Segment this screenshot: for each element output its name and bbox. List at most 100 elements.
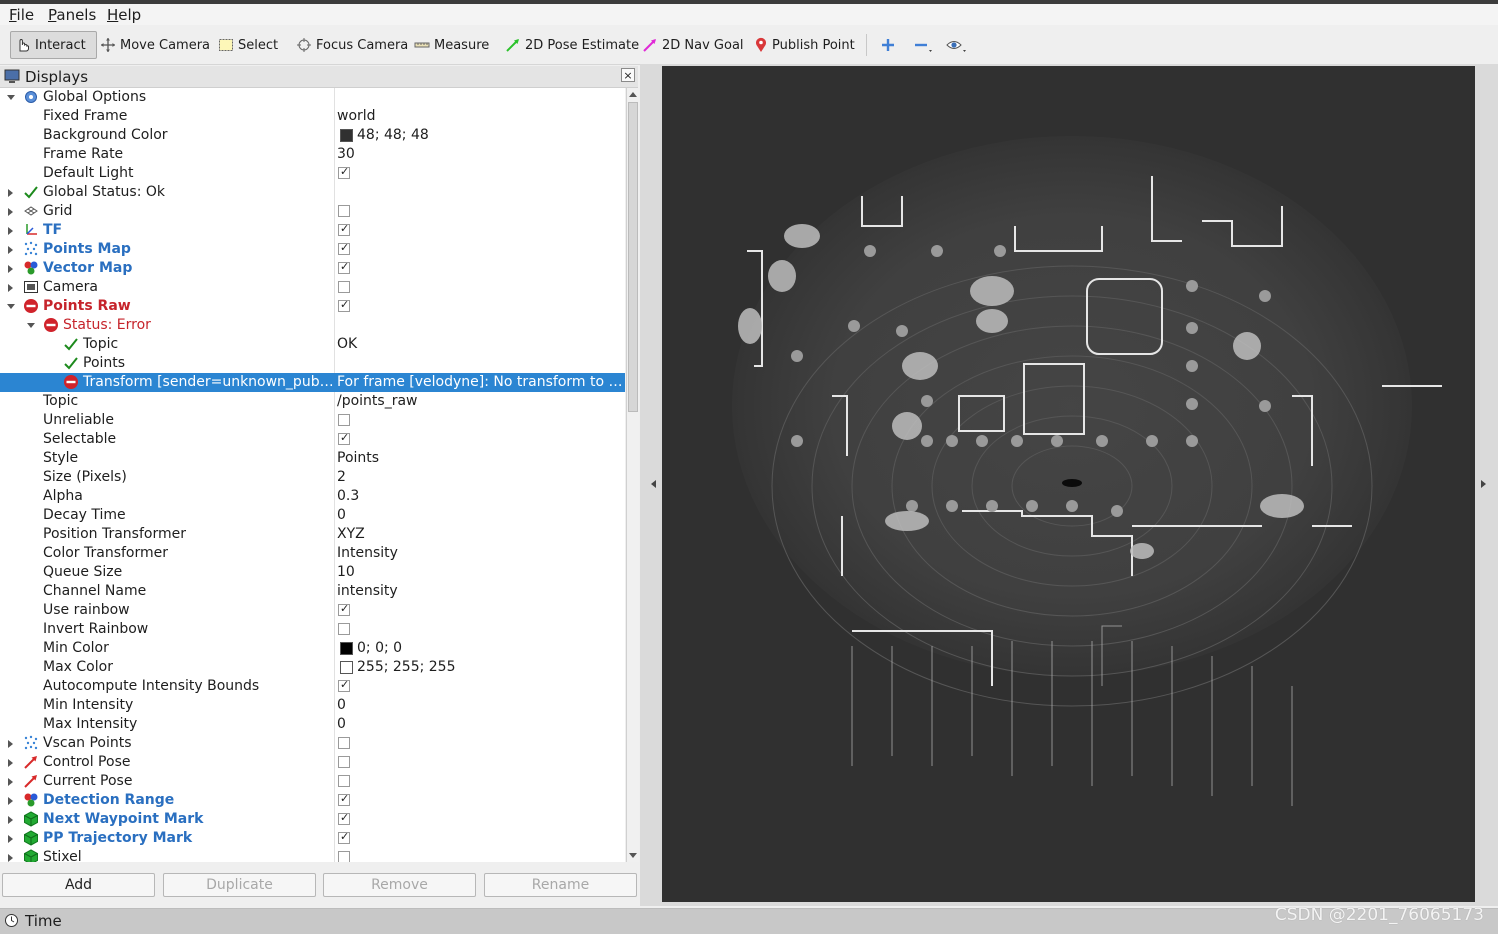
enable-checkbox[interactable] [338, 281, 350, 293]
view-options-button[interactable] [945, 31, 969, 59]
expand-arrow-closed-icon[interactable] [8, 265, 13, 273]
display-tree-row[interactable]: Position Transformer XYZ [0, 525, 625, 544]
expand-arrow-closed-icon[interactable] [8, 816, 13, 824]
expand-arrow-closed-icon[interactable] [8, 759, 13, 767]
menu-file[interactable]: File [9, 6, 34, 24]
property-value[interactable]: XYZ [337, 525, 365, 544]
scroll-down-icon[interactable] [629, 853, 637, 858]
display-tree-row[interactable]: Next Waypoint Mark [0, 810, 625, 829]
display-tree-row[interactable]: Topic/points_raw [0, 392, 625, 411]
property-value[interactable]: 10 [337, 563, 355, 582]
expand-arrow-closed-icon[interactable] [8, 227, 13, 235]
display-tree-row[interactable]: Min Color 0; 0; 0 [0, 639, 625, 658]
display-tree-row[interactable]: Size (Pixels) 2 [0, 468, 625, 487]
enable-checkbox[interactable] [338, 241, 350, 255]
display-tree-row[interactable]: Use rainbow [0, 601, 625, 620]
property-value[interactable]: For frame [velodyne]: No transform to … [337, 373, 622, 392]
property-value[interactable]: 2 [337, 468, 346, 487]
color-swatch[interactable] [340, 642, 353, 655]
scroll-thumb[interactable] [628, 102, 638, 412]
menu-panels[interactable]: Panels [48, 6, 96, 24]
duplicate-display-button[interactable]: Duplicate [163, 873, 316, 897]
display-tree-row[interactable]: Channel Name intensity [0, 582, 625, 601]
display-tree-row[interactable]: Status: Error [0, 316, 625, 335]
display-tree-row[interactable]: Unreliable [0, 411, 625, 430]
display-tree-row[interactable]: Max Color 255; 255; 255 [0, 658, 625, 677]
display-tree-row[interactable]: Current Pose [0, 772, 625, 791]
property-value[interactable]: 0 [337, 506, 346, 525]
expand-arrow-open-icon[interactable] [7, 304, 15, 309]
expand-arrow-closed-icon[interactable] [8, 740, 13, 748]
enable-checkbox[interactable] [338, 298, 350, 312]
property-value[interactable]: Points [337, 449, 379, 468]
display-tree-row[interactable]: Global Status: Ok [0, 183, 625, 202]
property-value[interactable]: 0.3 [337, 487, 359, 506]
move-camera-tool-button[interactable]: Move Camera [100, 31, 210, 59]
color-swatch[interactable] [340, 129, 353, 142]
display-tree-row[interactable]: Min Intensity 0 [0, 696, 625, 715]
display-tree-row[interactable]: Topic OK [0, 335, 625, 354]
enable-checkbox[interactable] [338, 775, 350, 787]
property-value[interactable]: 48; 48; 48 [357, 126, 429, 145]
display-tree-row[interactable]: Invert Rainbow [0, 620, 625, 639]
display-tree-row[interactable]: Transform [sender=unknown_pub… For frame … [0, 373, 625, 392]
display-tree-row[interactable]: Default Light [0, 164, 625, 183]
property-value[interactable]: 0 [337, 715, 346, 734]
color-swatch[interactable] [340, 661, 353, 674]
expand-arrow-closed-icon[interactable] [8, 854, 13, 862]
enable-checkbox[interactable] [338, 623, 350, 635]
close-icon[interactable]: × [621, 68, 635, 82]
display-tree-row[interactable]: Camera [0, 278, 625, 297]
property-value[interactable]: OK [337, 335, 357, 354]
display-tree-row[interactable]: Max Intensity 0 [0, 715, 625, 734]
display-tree-row[interactable]: Queue Size 10 [0, 563, 625, 582]
rename-display-button[interactable]: Rename [484, 873, 637, 897]
add-display-button[interactable]: Add [2, 873, 155, 897]
display-tree-row[interactable]: Background Color 48; 48; 48 [0, 126, 625, 145]
display-tree-row[interactable]: Alpha 0.3 [0, 487, 625, 506]
enable-checkbox[interactable] [338, 602, 350, 616]
enable-checkbox[interactable] [338, 260, 350, 274]
display-tree-row[interactable]: Style Points [0, 449, 625, 468]
property-value[interactable]: intensity [337, 582, 398, 601]
display-tree-row[interactable]: Autocompute Intensity Bounds [0, 677, 625, 696]
collapse-right-icon[interactable] [1481, 480, 1486, 488]
enable-checkbox[interactable] [338, 678, 350, 692]
display-tree-row[interactable]: Fixed Frame world [0, 107, 625, 126]
display-tree-row[interactable]: Frame Rate 30 [0, 145, 625, 164]
interact-tool-button[interactable]: Interact [10, 31, 97, 59]
focus-camera-tool-button[interactable]: Focus Camera [296, 31, 408, 59]
property-value[interactable]: 255; 255; 255 [357, 658, 456, 677]
display-tree-row[interactable]: Grid [0, 202, 625, 221]
property-value[interactable]: 30 [337, 145, 355, 164]
remove-display-button[interactable]: Remove [323, 873, 476, 897]
enable-checkbox[interactable] [338, 811, 350, 825]
enable-checkbox[interactable] [338, 792, 350, 806]
display-tree-row[interactable]: Selectable [0, 430, 625, 449]
expand-arrow-closed-icon[interactable] [8, 246, 13, 254]
enable-checkbox[interactable] [338, 205, 350, 217]
property-value[interactable]: Intensity [337, 544, 398, 563]
display-tree-row[interactable]: Color Transformer Intensity [0, 544, 625, 563]
add-tool-button[interactable] [880, 31, 896, 59]
scroll-up-icon[interactable] [629, 92, 637, 97]
expand-arrow-closed-icon[interactable] [8, 208, 13, 216]
display-tree-row[interactable]: Points Map [0, 240, 625, 259]
collapse-left-icon[interactable] [651, 480, 656, 488]
enable-checkbox[interactable] [338, 756, 350, 768]
displays-tree[interactable]: Global Options Fixed Frame world Background… [0, 88, 625, 862]
enable-checkbox[interactable] [338, 165, 350, 179]
property-value[interactable]: world [337, 107, 376, 126]
display-tree-row[interactable]: Detection Range [0, 791, 625, 810]
menu-help[interactable]: Help [107, 6, 141, 24]
enable-checkbox[interactable] [338, 414, 350, 426]
enable-checkbox[interactable] [338, 851, 350, 862]
display-tree-row[interactable]: Stixel [0, 848, 625, 862]
display-tree-row[interactable]: Points Raw [0, 297, 625, 316]
nav-goal-tool-button[interactable]: 2D Nav Goal [642, 31, 744, 59]
expand-arrow-open-icon[interactable] [27, 323, 35, 328]
enable-checkbox[interactable] [338, 222, 350, 236]
3d-render-view[interactable] [662, 66, 1475, 902]
expand-arrow-closed-icon[interactable] [8, 797, 13, 805]
display-tree-row[interactable]: Points [0, 354, 625, 373]
